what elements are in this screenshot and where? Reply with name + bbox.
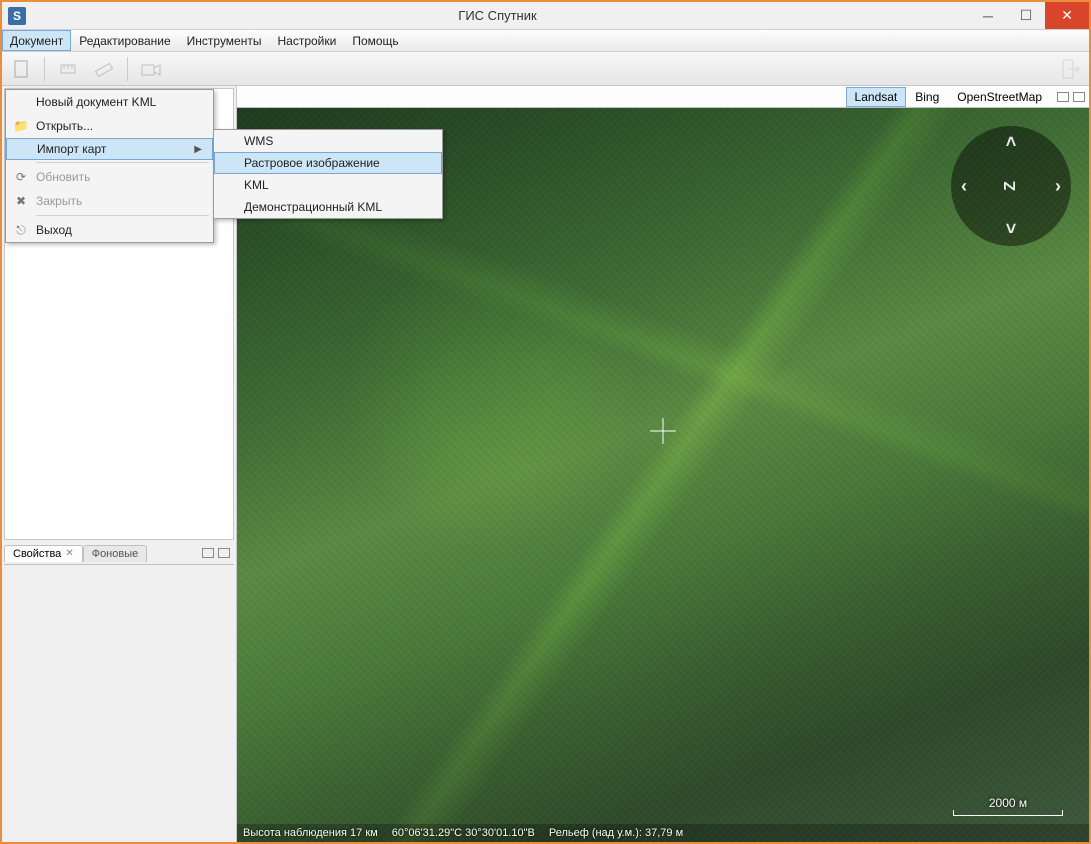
- menu-item-new-kml[interactable]: Новый документ KML: [6, 90, 213, 114]
- map-panel-maximize-button[interactable]: [1073, 92, 1085, 102]
- camera-icon: [140, 59, 162, 79]
- menu-item-open[interactable]: 📁Открыть...: [6, 114, 213, 138]
- scale-bar: 2000 м: [953, 796, 1063, 816]
- diagonal-ruler-icon: [94, 59, 114, 79]
- close-button[interactable]: ✕: [1045, 2, 1089, 29]
- maximize-button[interactable]: ☐: [1007, 2, 1045, 29]
- window-title: ГИС Спутник: [26, 8, 969, 23]
- map-tab-bing[interactable]: Bing: [906, 87, 948, 107]
- close-icon: ✖: [6, 194, 36, 208]
- menu-document[interactable]: Документ: [2, 30, 71, 51]
- menu-settings[interactable]: Настройки: [269, 30, 344, 51]
- document-icon: [11, 59, 31, 79]
- menu-help[interactable]: Помощь: [344, 30, 406, 51]
- toolbar: [2, 52, 1089, 86]
- crosshair-icon: [650, 418, 676, 444]
- map-panel-minimize-button[interactable]: [1057, 92, 1069, 102]
- tab-properties[interactable]: Свойства ✕: [4, 545, 83, 562]
- status-altitude: Высота наблюдения 17 км: [243, 827, 378, 839]
- exit-icon: ⎋: [6, 223, 36, 238]
- door-exit-icon: [1059, 58, 1081, 80]
- map-status-bar: Высота наблюдения 17 км 60°06'31.29"С 30…: [237, 824, 1089, 842]
- compass-east-icon[interactable]: ›: [1055, 176, 1061, 197]
- tab-close-icon[interactable]: ✕: [65, 548, 73, 559]
- toolbar-button-1[interactable]: [8, 56, 34, 82]
- panel-minimize-button[interactable]: [202, 548, 214, 558]
- map-tab-osm[interactable]: OpenStreetMap: [948, 87, 1051, 107]
- menu-edit[interactable]: Редактирование: [71, 30, 178, 51]
- refresh-icon: ⟳: [6, 170, 36, 184]
- menu-item-close: ✖Закрыть: [6, 189, 213, 213]
- tab-background[interactable]: Фоновые: [83, 545, 148, 562]
- folder-icon: 📁: [6, 119, 36, 133]
- toolbar-camera-button[interactable]: [138, 56, 164, 82]
- properties-panel: Свойства ✕ Фоновые: [2, 542, 236, 842]
- submenu-item-raster-image[interactable]: Растровое изображение: [214, 152, 442, 174]
- compass-north-icon[interactable]: ˄: [1006, 132, 1017, 153]
- minimize-button[interactable]: ─: [969, 2, 1007, 29]
- titlebar: S ГИС Спутник ─ ☐ ✕: [2, 2, 1089, 30]
- submenu-item-kml[interactable]: KML: [214, 174, 442, 196]
- scale-label: 2000 м: [989, 796, 1027, 810]
- document-tree-panel: Новый документ KML 📁Открыть... Импорт ка…: [4, 88, 234, 540]
- map-tab-landsat[interactable]: Landsat: [846, 87, 907, 107]
- status-relief: Рельеф (над у.м.): 37,79 м: [549, 827, 683, 839]
- compass-center: Z: [1002, 181, 1020, 191]
- submenu-item-demo-kml[interactable]: Демонстрационный KML: [214, 196, 442, 218]
- toolbar-ruler-button[interactable]: [55, 56, 81, 82]
- app-icon: S: [8, 7, 26, 25]
- compass-widget[interactable]: ˄ ˅ › ‹ Z: [951, 126, 1071, 246]
- toolbar-measure-button[interactable]: [91, 56, 117, 82]
- ruler-icon: [58, 59, 78, 79]
- menu-item-exit[interactable]: ⎋Выход: [6, 218, 213, 242]
- menu-item-refresh: ⟳Обновить: [6, 165, 213, 189]
- toolbar-exit-button[interactable]: [1057, 56, 1083, 82]
- panel-maximize-button[interactable]: [218, 548, 230, 558]
- menubar: Документ Редактирование Инструменты Наст…: [2, 30, 1089, 52]
- menu-tools[interactable]: Инструменты: [179, 30, 270, 51]
- submenu-item-wms[interactable]: WMS: [214, 130, 442, 152]
- chevron-right-icon: ▶: [194, 144, 206, 155]
- compass-south-icon[interactable]: ˅: [1006, 219, 1017, 240]
- document-menu-dropdown: Новый документ KML 📁Открыть... Импорт ка…: [5, 89, 214, 243]
- map-layer-tabs: Landsat Bing OpenStreetMap: [237, 86, 1089, 108]
- left-panel: Новый документ KML 📁Открыть... Импорт ка…: [2, 86, 237, 842]
- menu-item-import-maps[interactable]: Импорт карт▶: [6, 138, 213, 160]
- properties-body: [4, 564, 234, 840]
- compass-west-icon[interactable]: ‹: [961, 176, 967, 197]
- status-coordinates: 60°06'31.29"С 30°30'01.10"В: [392, 827, 535, 839]
- import-maps-submenu: WMS Растровое изображение KML Демонстрац…: [213, 129, 443, 219]
